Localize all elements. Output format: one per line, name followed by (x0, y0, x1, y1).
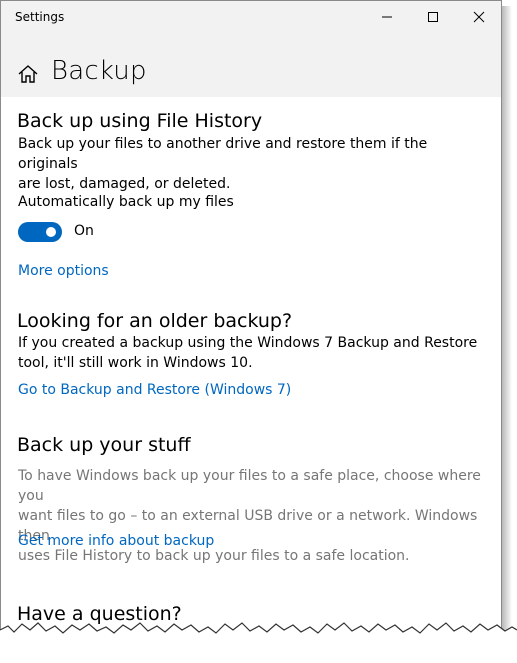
page-title: Backup (51, 56, 147, 86)
window-shadow (502, 6, 512, 663)
backup-info-link[interactable]: Get more info about backup (18, 533, 214, 549)
file-history-description: Back up your files to another drive and … (18, 134, 488, 194)
close-icon (473, 11, 485, 23)
file-history-description-line1: Back up your files to another drive and … (18, 136, 428, 172)
auto-backup-toggle[interactable] (18, 222, 62, 242)
torn-edge (0, 622, 517, 663)
older-backup-description-line2: tool, it'll still work in Windows 10. (18, 355, 253, 371)
window-title: Settings (15, 10, 65, 24)
backup-stuff-description: To have Windows back up your files to a … (18, 466, 488, 566)
backup-restore-windows7-link[interactable]: Go to Backup and Restore (Windows 7) (18, 382, 291, 398)
maximize-button[interactable] (410, 1, 456, 33)
close-button[interactable] (456, 1, 502, 33)
maximize-icon (428, 12, 438, 22)
auto-backup-label: Automatically back up my files (18, 194, 234, 210)
backup-stuff-heading: Back up your stuff (17, 434, 191, 456)
minimize-button[interactable] (364, 1, 410, 33)
older-backup-description: If you created a backup using the Window… (18, 333, 488, 373)
toggle-state-label: On (74, 223, 94, 239)
older-backup-description-line1: If you created a backup using the Window… (18, 335, 478, 351)
file-history-description-line2: are lost, damaged, or deleted. (18, 176, 231, 192)
settings-window: Settings Backup Back up using File Histo… (0, 0, 502, 663)
home-icon[interactable] (17, 63, 39, 85)
file-history-heading: Back up using File History (17, 110, 263, 132)
title-bar[interactable]: Settings (1, 1, 501, 35)
older-backup-heading: Looking for an older backup? (17, 310, 293, 332)
backup-stuff-description-line1: To have Windows back up your files to a … (18, 468, 481, 504)
toggle-knob (46, 227, 56, 237)
minimize-icon (382, 16, 392, 18)
more-options-link[interactable]: More options (18, 263, 109, 279)
backup-stuff-description-line3: uses File History to back up your files … (18, 548, 410, 564)
